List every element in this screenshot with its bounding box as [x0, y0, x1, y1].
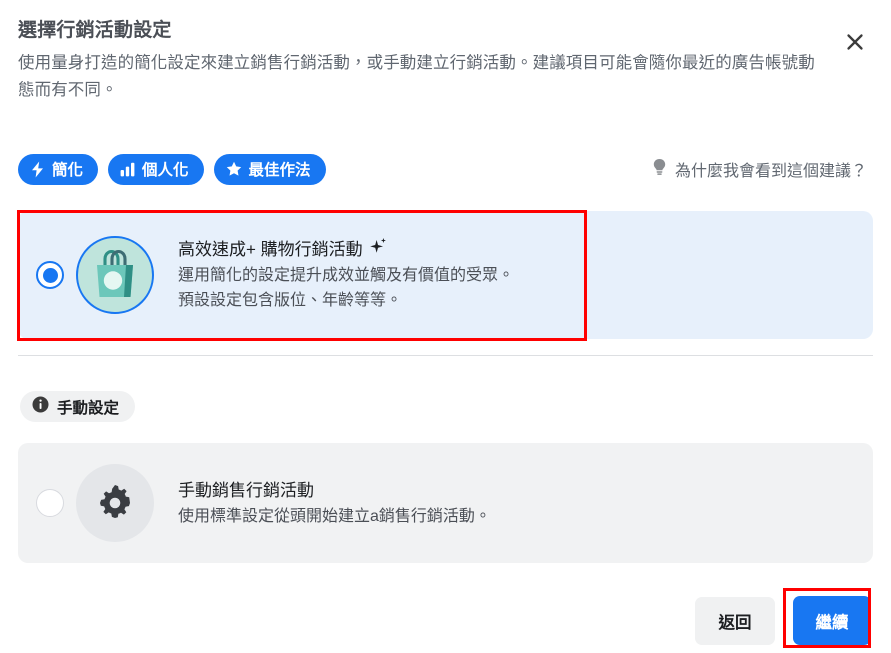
badge-best-practice-label: 最佳作法: [248, 162, 311, 179]
recommendation-badge-row: 簡化 個人化 最佳作法 為什麼我會看到這個建議？: [18, 153, 873, 185]
lightning-bolt-icon: [30, 161, 45, 178]
badge-personalized-label: 個人化: [142, 162, 189, 179]
badge-simplified[interactable]: 簡化: [18, 153, 99, 185]
badge-personalized[interactable]: 個人化: [108, 153, 204, 185]
manual-settings-pill: 手動設定: [20, 391, 136, 422]
badge-simplified-label: 簡化: [52, 162, 84, 179]
dialog-footer: 返回 繼續: [695, 596, 871, 645]
option-desc-line-2: 預設設定包含版位、年齡等等。: [178, 292, 403, 309]
why-recommendation-label: 為什麼我會看到這個建議？: [674, 163, 867, 180]
campaign-setup-dialog: 選擇行銷活動設定 使用量身打造的簡化設定來建立銷售行銷活動，或手動建立行銷活動。…: [0, 0, 891, 653]
dialog-header: 選擇行銷活動設定 使用量身打造的簡化設定來建立銷售行銷活動，或手動建立行銷活動。…: [18, 18, 873, 104]
option-manual-desc-line-1: 使用標準設定從頭開始建立a銷售行銷活動。: [178, 507, 491, 525]
option-advantage-plus-shopping-text: 高效速成+ 購物行銷活動 運用簡化的設定提升成效並觸及有價值的受眾。 預設設定包…: [178, 237, 534, 313]
why-recommendation-link[interactable]: 為什麼我會看到這個建議？: [652, 157, 873, 181]
option-advantage-plus-shopping-desc: 運用簡化的設定提升成效並觸及有價值的受眾。 預設設定包含版位、年齡等等。: [178, 263, 514, 313]
option-manual-sales-campaign-title: 手動銷售行銷活動: [178, 480, 314, 500]
star-icon: [226, 161, 242, 177]
page-title: 選擇行銷活動設定: [18, 20, 172, 41]
manual-settings-pill-label: 手動設定: [57, 399, 120, 417]
radio-advantage-plus-shopping[interactable]: [36, 261, 64, 289]
dialog-subtitle: 使用量身打造的簡化設定來建立銷售行銷活動，或手動建立行銷活動。建議項目可能會隨你…: [18, 54, 815, 99]
bar-chart-icon: [120, 162, 135, 177]
continue-button[interactable]: 繼續: [793, 596, 871, 645]
option-advantage-plus-shopping-title: 高效速成+ 購物行銷活動: [178, 240, 363, 259]
shopping-bag-icon: [76, 236, 154, 314]
option-desc-line-1: 運用簡化的設定提升成效並觸及有價值的受眾。: [178, 267, 515, 284]
back-button[interactable]: 返回: [695, 596, 775, 645]
close-button[interactable]: [837, 24, 873, 60]
radio-manual-sales-campaign[interactable]: [36, 489, 64, 517]
gear-icon: [76, 464, 154, 542]
option-advantage-plus-shopping[interactable]: 高效速成+ 購物行銷活動 運用簡化的設定提升成效並觸及有價值的受眾。 預設設定包…: [18, 211, 873, 339]
option-advantage-plus-shopping-title-row: 高效速成+ 購物行銷活動: [178, 237, 514, 263]
section-divider: [18, 355, 873, 356]
option-manual-sales-campaign[interactable]: 手動銷售行銷活動 使用標準設定從頭開始建立a銷售行銷活動。: [18, 443, 873, 563]
option-manual-sales-campaign-desc: 使用標準設定從頭開始建立a銷售行銷活動。: [178, 504, 491, 529]
option-manual-sales-campaign-title-row: 手動銷售行銷活動: [178, 478, 491, 504]
close-icon: [844, 31, 866, 53]
info-icon: [32, 396, 49, 418]
option-manual-sales-campaign-text: 手動銷售行銷活動 使用標準設定從頭開始建立a銷售行銷活動。: [178, 478, 511, 529]
lightbulb-icon: [652, 158, 667, 181]
badge-best-practice[interactable]: 最佳作法: [213, 153, 326, 185]
sparkle-icon: [369, 237, 387, 263]
